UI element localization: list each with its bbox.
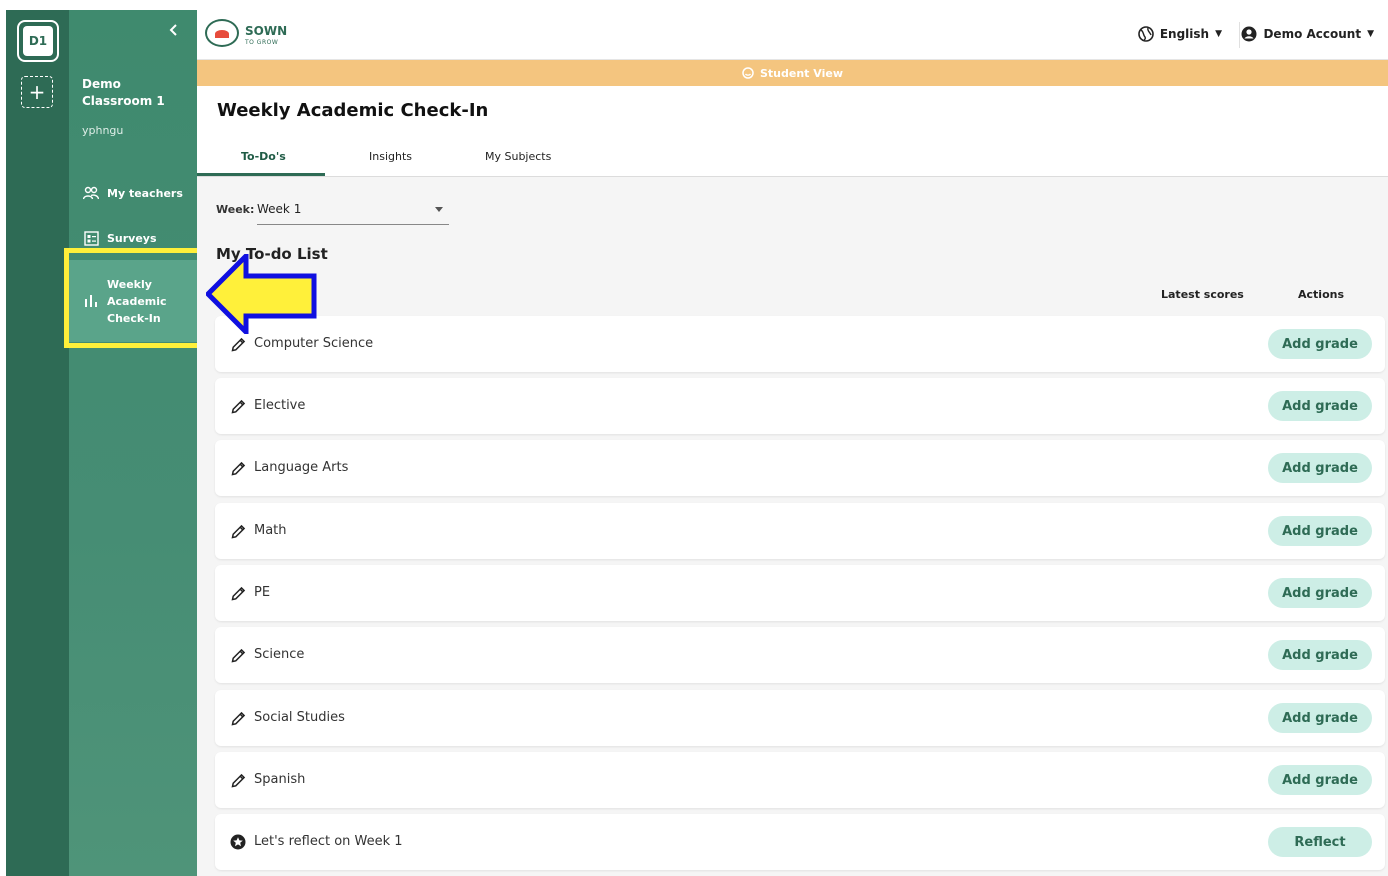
- globe-icon: [1138, 26, 1154, 42]
- pencil-icon: [230, 336, 246, 352]
- pencil-icon: [230, 710, 246, 726]
- list-item-label: Let's reflect on Week 1: [254, 834, 403, 849]
- student-view-banner: Student View: [197, 60, 1388, 86]
- header-divider: [1239, 22, 1240, 48]
- list-item: Computer Science Add grade: [215, 316, 1385, 372]
- star-icon: [230, 834, 246, 850]
- chevron-left-icon[interactable]: [169, 24, 179, 40]
- caret-down-icon: ▼: [1215, 29, 1222, 39]
- list-item: Let's reflect on Week 1 Reflect: [215, 814, 1385, 870]
- list-item-label: Computer Science: [254, 336, 374, 351]
- pencil-icon: [230, 460, 246, 476]
- annotation-arrow: [206, 254, 317, 334]
- language-selector[interactable]: English ▼: [1138, 26, 1222, 42]
- list-item: Language Arts Add grade: [215, 440, 1385, 496]
- tab-bar: To-Do's Insights My Subjects: [197, 140, 1388, 177]
- list-item-label: Elective: [254, 398, 306, 413]
- top-header: SOWN TO GROW English ▼ Demo Account ▼: [197, 10, 1388, 60]
- annotation-highlight-box: [64, 248, 203, 348]
- logo-main-text: SOWN: [245, 24, 288, 38]
- app-root: D1 + Demo Classroom 1 yphngu My teachers…: [0, 0, 1388, 876]
- caret-down-icon: [435, 207, 443, 212]
- column-header-actions: Actions: [1298, 288, 1344, 301]
- column-header-latest-scores: Latest scores: [1161, 288, 1244, 301]
- week-select[interactable]: Week 1: [257, 199, 449, 225]
- pencil-icon: [230, 523, 246, 539]
- caret-down-icon: ▼: [1367, 29, 1374, 39]
- sidebar-item-my-teachers[interactable]: My teachers: [69, 183, 197, 203]
- logo-sub-text: TO GROW: [245, 39, 279, 46]
- list-item: Math Add grade: [215, 503, 1385, 559]
- list-item: Elective Add grade: [215, 378, 1385, 434]
- logo-icon: [205, 19, 239, 47]
- pencil-icon: [230, 647, 246, 663]
- class-badge-label: D1: [23, 26, 53, 56]
- account-circle-icon: [1241, 26, 1257, 42]
- class-rail: D1 +: [6, 10, 69, 876]
- add-class-button[interactable]: +: [21, 76, 53, 108]
- week-label: Week:: [216, 203, 255, 216]
- pencil-icon: [230, 398, 246, 414]
- sidebar-item-label: Surveys: [107, 231, 157, 245]
- list-item: Science Add grade: [215, 627, 1385, 683]
- add-grade-button[interactable]: Add grade: [1268, 640, 1372, 670]
- sown-to-grow-logo[interactable]: SOWN TO GROW: [205, 19, 287, 47]
- add-grade-button[interactable]: Add grade: [1268, 703, 1372, 733]
- list-item: PE Add grade: [215, 565, 1385, 621]
- list-item-label: Math: [254, 523, 287, 538]
- add-grade-button[interactable]: Add grade: [1268, 765, 1372, 795]
- people-icon: [83, 185, 99, 201]
- tab-my-subjects[interactable]: My Subjects: [485, 150, 551, 163]
- pencil-icon: [230, 585, 246, 601]
- list-item-label: PE: [254, 585, 271, 600]
- list-item-label: Science: [254, 647, 305, 662]
- survey-icon: [83, 230, 99, 246]
- smile-icon: [742, 67, 754, 79]
- add-grade-button[interactable]: Add grade: [1268, 453, 1372, 483]
- add-grade-button[interactable]: Add grade: [1268, 329, 1372, 359]
- add-grade-button[interactable]: Add grade: [1268, 578, 1372, 608]
- banner-text: Student View: [760, 66, 843, 80]
- sidebar-item-surveys[interactable]: Surveys: [69, 228, 197, 248]
- page-title: Weekly Academic Check-In: [217, 100, 489, 121]
- list-item-label: Spanish: [254, 772, 306, 787]
- language-label: English: [1159, 27, 1210, 41]
- classroom-user: yphngu: [82, 124, 124, 137]
- pencil-icon: [230, 772, 246, 788]
- sidebar: Demo Classroom 1 yphngu My teachers Surv…: [69, 10, 197, 876]
- tab-todos[interactable]: To-Do's: [241, 150, 286, 163]
- account-label: Demo Account: [1263, 27, 1362, 41]
- list-item: Social Studies Add grade: [215, 690, 1385, 746]
- active-tab-indicator: [197, 173, 325, 176]
- sidebar-item-label: My teachers: [107, 186, 183, 200]
- classroom-name: Demo Classroom 1: [82, 77, 165, 108]
- account-menu[interactable]: Demo Account ▼: [1241, 26, 1374, 42]
- list-item-label: Language Arts: [254, 460, 349, 475]
- week-select-value: Week 1: [257, 202, 302, 216]
- list-item: Spanish Add grade: [215, 752, 1385, 808]
- add-grade-button[interactable]: Add grade: [1268, 391, 1372, 421]
- list-item-label: Social Studies: [254, 710, 345, 725]
- tab-insights[interactable]: Insights: [369, 150, 412, 163]
- reflect-button[interactable]: Reflect: [1268, 827, 1372, 857]
- add-grade-button[interactable]: Add grade: [1268, 516, 1372, 546]
- class-switcher-badge[interactable]: D1: [17, 20, 59, 62]
